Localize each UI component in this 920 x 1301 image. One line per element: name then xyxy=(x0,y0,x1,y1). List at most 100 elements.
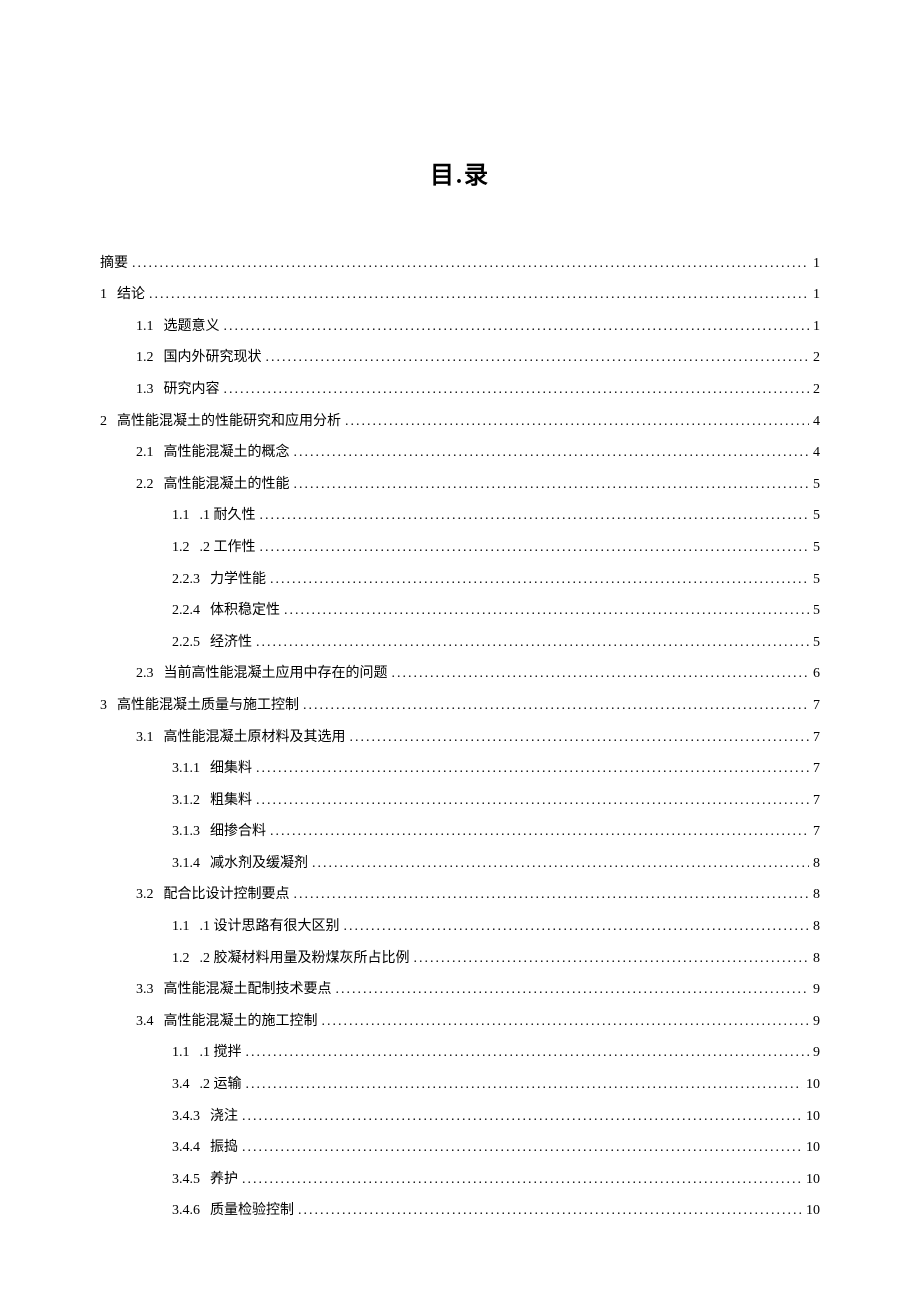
toc-leader-dots xyxy=(242,1075,803,1095)
toc-entry-page: 7 xyxy=(809,728,820,748)
toc-leader-dots xyxy=(252,633,809,653)
toc-entry-label: 当前高性能混凝土应用中存在的问题 xyxy=(164,664,388,684)
toc-entry-label: .2 工作性 xyxy=(200,538,256,558)
toc-leader-dots xyxy=(238,1138,802,1158)
toc-entry-page: 10 xyxy=(802,1201,820,1221)
toc-leader-dots xyxy=(340,917,810,937)
toc-entry-label: 振捣 xyxy=(210,1138,238,1158)
toc-leader-dots xyxy=(346,728,810,748)
toc-entry-number: 3.1.3 xyxy=(172,822,210,842)
toc-row: 3.4.2 运输10 xyxy=(100,1075,820,1095)
toc-leader-dots xyxy=(220,317,810,337)
toc-entry-label: 高性能混凝土的施工控制 xyxy=(164,1012,318,1032)
toc-entry-page: 5 xyxy=(809,538,820,558)
toc-leader-dots xyxy=(145,285,809,305)
toc-entry-page: 1 xyxy=(809,285,820,305)
toc-row: 1.3研究内容 2 xyxy=(100,380,820,400)
toc-entry-label: 国内外研究现状 xyxy=(164,348,262,368)
toc-row: 3.4.3浇注10 xyxy=(100,1107,820,1127)
toc-entry-page: 8 xyxy=(809,949,820,969)
toc-entry-page: 7 xyxy=(809,822,820,842)
toc-entry-label: 体积稳定性 xyxy=(210,601,280,621)
toc-row: 2.2高性能混凝土的性能5 xyxy=(100,475,820,495)
toc-entry-label: 摘要 xyxy=(100,254,128,274)
toc-entry-label: .2 胶凝材料用量及粉煤灰所占比例 xyxy=(200,949,410,969)
toc-leader-dots xyxy=(256,538,810,558)
toc-leader-dots xyxy=(242,1043,810,1063)
toc-entry-label: 细集料 xyxy=(210,759,252,779)
toc-entry-page: 5 xyxy=(809,570,820,590)
toc-entry-page: 5 xyxy=(809,601,820,621)
toc-entry-label: .1 搅拌 xyxy=(200,1043,242,1063)
toc-row: 3.4.6质量检验控制 10 xyxy=(100,1201,820,1221)
toc-entry-label: .1 设计思路有很大区别 xyxy=(200,917,340,937)
toc-leader-dots xyxy=(262,348,810,368)
toc-entry-number: 3.4.6 xyxy=(172,1201,210,1221)
toc-leader-dots xyxy=(252,791,809,811)
toc-entry-number: 2.2.3 xyxy=(172,570,210,590)
toc-entry-label: 力学性能 xyxy=(210,570,266,590)
toc-entry-label: 配合比设计控制要点 xyxy=(164,885,290,905)
toc-entry-number: 1.1 xyxy=(172,1043,200,1063)
toc-entry-number: 2.2 xyxy=(136,475,164,495)
toc-entry-label: 经济性 xyxy=(210,633,252,653)
toc-entry-label: 高性能混凝土的性能研究和应用分析 xyxy=(117,412,341,432)
toc-entry-page: 2 xyxy=(809,380,820,400)
toc-leader-dots xyxy=(290,443,810,463)
toc-row: 3.1.1细集料 7 xyxy=(100,759,820,779)
toc-entry-page: 2 xyxy=(809,348,820,368)
toc-row: 2.2.3力学性能 5 xyxy=(100,570,820,590)
toc-row: 3.1.3细掺合料 7 xyxy=(100,822,820,842)
toc-row: 1结论1 xyxy=(100,285,820,305)
toc-entry-number: 2.2.5 xyxy=(172,633,210,653)
toc-entry-number: 1 xyxy=(100,285,117,305)
toc-entry-number: 1.1 xyxy=(172,917,200,937)
toc-entry-label: 细掺合料 xyxy=(210,822,266,842)
toc-entry-number: 2 xyxy=(100,412,117,432)
toc-entry-number: 1.3 xyxy=(136,380,164,400)
toc-entry-label: 高性能混凝土原材料及其选用 xyxy=(164,728,346,748)
toc-row: 1.2.2 工作性 5 xyxy=(100,538,820,558)
toc-row: 3.2配合比设计控制要点8 xyxy=(100,885,820,905)
page-title: 目.录 xyxy=(100,160,820,194)
toc-leader-dots xyxy=(290,885,810,905)
toc-entry-page: 10 xyxy=(802,1107,820,1127)
toc-leader-dots xyxy=(318,1012,810,1032)
toc-entry-number: 3.1.4 xyxy=(172,854,210,874)
toc-entry-number: 1.2 xyxy=(136,348,164,368)
toc-leader-dots xyxy=(388,664,810,684)
toc-entry-page: 7 xyxy=(809,696,820,716)
toc-row: 1.2国内外研究现状 2 xyxy=(100,348,820,368)
toc-entry-label: 高性能混凝土的概念 xyxy=(164,443,290,463)
toc-entry-page: 5 xyxy=(809,633,820,653)
toc-leader-dots xyxy=(308,854,809,874)
toc-row: 2.1高性能混凝土的概念4 xyxy=(100,443,820,463)
toc-entry-label: 质量检验控制 xyxy=(210,1201,294,1221)
toc-entry-page: 9 xyxy=(809,1012,820,1032)
toc-leader-dots xyxy=(299,696,809,716)
toc-row: 3.3高性能混凝土配制技术要点9 xyxy=(100,980,820,1000)
toc-entry-page: 7 xyxy=(809,759,820,779)
toc-row: 3.4.4振捣10 xyxy=(100,1138,820,1158)
toc-entry-number: 1.2 xyxy=(172,538,200,558)
toc-entry-label: 研究内容 xyxy=(164,380,220,400)
toc-entry-page: 1 xyxy=(809,254,820,274)
toc-leader-dots xyxy=(252,759,809,779)
toc-leader-dots xyxy=(294,1201,802,1221)
toc-leader-dots xyxy=(410,949,810,969)
toc-entry-label: 高性能混凝土配制技术要点 xyxy=(164,980,332,1000)
toc-row: 3.1.2粗集料7 xyxy=(100,791,820,811)
toc-entry-number: 1.1 xyxy=(136,317,164,337)
toc-entry-page: 8 xyxy=(809,854,820,874)
toc-entry-number: 3.1.1 xyxy=(172,759,210,779)
toc-entry-page: 5 xyxy=(809,475,820,495)
toc-entry-number: 2.3 xyxy=(136,664,164,684)
toc-leader-dots xyxy=(266,822,809,842)
toc-entry-label: .1 耐久性 xyxy=(200,506,256,526)
table-of-contents: 摘要11结论11.1选题意义11.2国内外研究现状21.3研究内容22高性能混凝… xyxy=(100,254,820,1221)
toc-entry-number: 3.2 xyxy=(136,885,164,905)
toc-entry-number: 3.4 xyxy=(136,1012,164,1032)
toc-row: 3高性能混凝土质量与施工控制7 xyxy=(100,696,820,716)
toc-leader-dots xyxy=(280,601,809,621)
toc-entry-number: 1.2 xyxy=(172,949,200,969)
